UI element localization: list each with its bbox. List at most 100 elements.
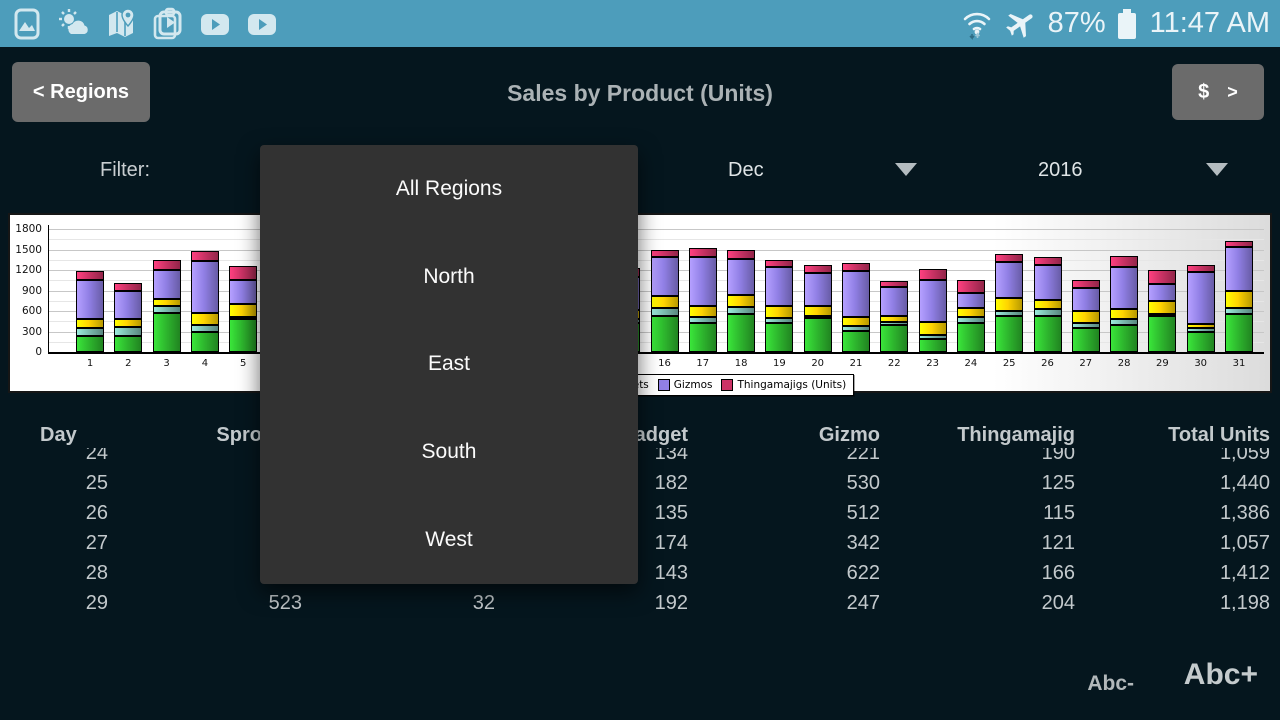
bar-segment-widgets: [727, 307, 755, 314]
bar-segment-gizmos: [727, 259, 755, 295]
y-axis-tick-label: 1500: [12, 244, 42, 256]
bar-segment-sprockets: [191, 332, 219, 352]
play-icon: [198, 7, 232, 41]
bar-segment-gizmos: [76, 280, 104, 319]
bar-segment-gadgets: [191, 313, 219, 325]
bar-segment-thingamajigs: [1187, 265, 1215, 272]
bar-segment-thingamajigs: [153, 260, 181, 270]
legend-swatch: [658, 379, 670, 391]
bar-segment-widgets: [1187, 328, 1215, 332]
table-cell: 512: [688, 498, 880, 528]
bar-segment-thingamajigs: [765, 260, 793, 267]
y-axis-tick-label: 900: [12, 285, 42, 297]
table-cell: 1,198: [1075, 588, 1270, 611]
bar-segment-widgets: [1034, 309, 1062, 316]
legend-item: Thingamajigs (Units): [721, 379, 846, 391]
bar-segment-thingamajigs: [727, 250, 755, 259]
bar-segment-gadgets: [804, 306, 832, 316]
bar-segment-thingamajigs: [1225, 241, 1253, 247]
bar-segment-widgets: [76, 328, 104, 336]
table-cell: 204: [880, 588, 1075, 611]
x-axis-tick-label: 5: [228, 358, 258, 369]
table-cell: 26: [0, 498, 108, 528]
bar-segment-sprockets: [651, 316, 679, 352]
table-row: 25520831825301251,440: [0, 468, 1280, 498]
legend-label: Thingamajigs (Units): [737, 379, 846, 391]
x-axis-tick-label: 21: [841, 358, 871, 369]
table-row: 26530941355121151,386: [0, 498, 1280, 528]
x-axis-tick-label: 25: [994, 358, 1024, 369]
y-axis-tick-label: 0: [12, 346, 42, 358]
table-cell: 25: [0, 468, 108, 498]
month-dropdown-value[interactable]: Dec: [728, 159, 764, 182]
x-axis-tick-label: 16: [650, 358, 680, 369]
bar-segment-gizmos: [1072, 288, 1100, 311]
table-header-row: DaySprocketWidgetGadgetGizmoThingamajigT…: [0, 415, 1280, 448]
currency-toggle-button[interactable]: $ >: [1172, 64, 1264, 120]
popup-item-south[interactable]: South: [260, 408, 638, 496]
table-cell: 32: [302, 588, 495, 611]
month-dropdown-arrow-icon[interactable]: [895, 163, 917, 176]
bar-segment-thingamajigs: [804, 265, 832, 273]
bar-segment-sprockets: [919, 339, 947, 352]
bar-segment-gizmos: [995, 262, 1023, 298]
bar-segment-thingamajigs: [114, 283, 142, 291]
font-larger-button[interactable]: Abc+: [1166, 658, 1258, 692]
bar-segment-gadgets: [727, 295, 755, 307]
font-smaller-button[interactable]: Abc-: [1068, 672, 1134, 696]
y-axis-tick-label: 600: [12, 305, 42, 317]
table-cell: 1,057: [1075, 528, 1270, 558]
y-axis-line: [48, 225, 49, 352]
maps-icon: [104, 7, 138, 41]
bar-segment-widgets: [957, 317, 985, 323]
bar-segment-gadgets: [153, 299, 181, 306]
bar-segment-sprockets: [153, 313, 181, 352]
bar-segment-gadgets: [229, 304, 257, 317]
app-screen: 87% 11:47 AM < Regions Sales by Product …: [0, 0, 1280, 720]
y-axis-tick-label: 1800: [12, 223, 42, 235]
popup-item-all-regions[interactable]: All Regions: [260, 145, 638, 233]
table-cell: 530: [688, 468, 880, 498]
bar-segment-gizmos: [651, 257, 679, 296]
table-header-thingamajig: Thingamajig: [880, 415, 1075, 455]
x-axis-tick-label: 26: [1033, 358, 1063, 369]
year-dropdown-value[interactable]: 2016: [1038, 159, 1083, 182]
popup-item-west[interactable]: West: [260, 496, 638, 584]
table-row: 29523321922472041,198: [0, 588, 1280, 611]
x-axis-tick-label: 2: [113, 358, 143, 369]
legend-swatch: [721, 379, 733, 391]
popup-item-east[interactable]: East: [260, 321, 638, 409]
bar-segment-sprockets: [1225, 314, 1253, 352]
battery-percent: 87%: [1048, 7, 1106, 40]
bar-segment-gadgets: [1072, 311, 1100, 323]
bar-segment-sprockets: [76, 336, 104, 352]
bar-segment-gizmos: [957, 293, 985, 308]
table-cell: 1,386: [1075, 498, 1270, 528]
clock: 11:47 AM: [1150, 7, 1270, 40]
table-cell: 622: [688, 558, 880, 588]
bar-segment-widgets: [1110, 319, 1138, 325]
bar-segment-thingamajigs: [1110, 256, 1138, 267]
bar-segment-thingamajigs: [191, 251, 219, 261]
table-cell: 166: [880, 558, 1075, 588]
play-icon: [245, 7, 279, 41]
x-axis-tick-label: 17: [688, 358, 718, 369]
year-dropdown-arrow-icon[interactable]: [1206, 163, 1228, 176]
table-cell: 1,440: [1075, 468, 1270, 498]
table-cell: 27: [0, 528, 108, 558]
bar-segment-gadgets: [1148, 301, 1176, 314]
popup-item-north[interactable]: North: [260, 233, 638, 321]
bar-segment-sprockets: [1187, 332, 1215, 352]
bar-segment-thingamajigs: [1072, 280, 1100, 288]
page-title: Sales by Product (Units): [0, 80, 1280, 107]
legend-label: Gizmos: [674, 379, 713, 391]
bar-segment-thingamajigs: [1148, 270, 1176, 284]
table-cell: 29: [0, 588, 108, 611]
bar-segment-gizmos: [1110, 267, 1138, 309]
region-popup: All RegionsNorthEastSouthWest: [260, 145, 638, 584]
bar-segment-widgets: [880, 322, 908, 325]
bar-segment-sprockets: [765, 323, 793, 352]
bar-segment-thingamajigs: [76, 271, 104, 280]
table-cell: 121: [880, 528, 1075, 558]
table-cell: 1,412: [1075, 558, 1270, 588]
